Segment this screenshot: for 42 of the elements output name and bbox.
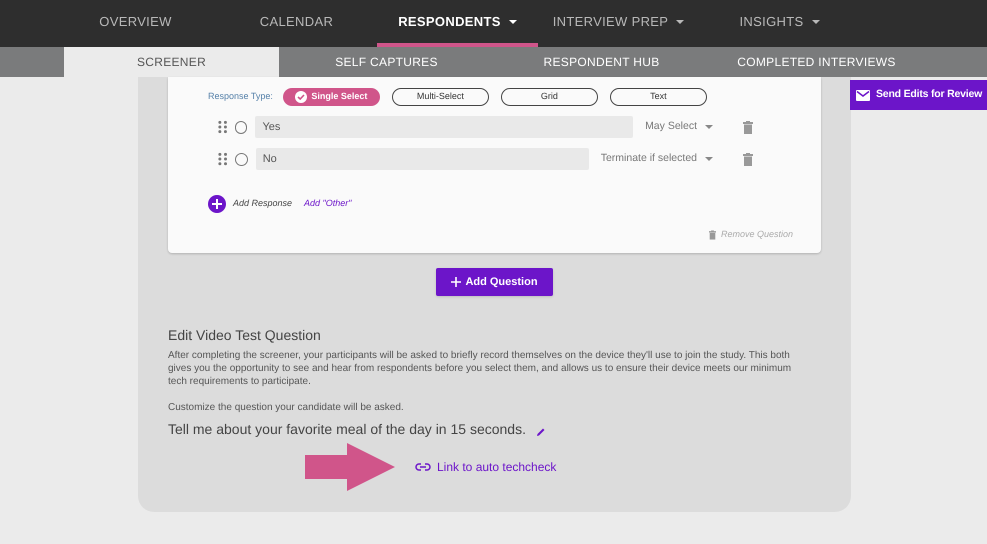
response-type-option[interactable]: Text: [610, 88, 707, 106]
rule-dropdown[interactable]: May Select: [633, 119, 713, 135]
drag-handle-icon[interactable]: [218, 120, 228, 134]
add-question-button[interactable]: Add Question: [436, 268, 553, 296]
response-type-option[interactable]: Grid: [500, 88, 598, 106]
plus-icon: [451, 277, 462, 287]
radio-button[interactable]: [235, 120, 248, 134]
response-field[interactable]: No: [256, 148, 589, 170]
link-icon: [415, 463, 431, 471]
response-field[interactable]: Yes: [255, 116, 634, 138]
check-icon: [295, 91, 308, 103]
nav-tab[interactable]: CALENDAR: [216, 0, 377, 47]
rule-dropdown[interactable]: Terminate if selected: [588, 151, 713, 167]
nav-tab[interactable]: OVERVIEW: [55, 0, 216, 47]
sub-nav-tab[interactable]: SELF CAPTURES: [279, 47, 494, 77]
question-prompt: Tell me about your favorite meal of the day in 15 seconds.: [168, 420, 526, 439]
sub-nav-tab[interactable]: COMPLETED INTERVIEWS: [709, 47, 924, 77]
add-other-link[interactable]: Add "Other": [304, 197, 352, 211]
caret-icon: [705, 157, 713, 161]
techcheck-link[interactable]: Link to auto techcheck: [415, 458, 556, 476]
trash-icon[interactable]: [743, 152, 753, 166]
nav-tab[interactable]: INSIGHTS: [699, 0, 860, 47]
caret-icon: [705, 125, 713, 129]
trash-icon[interactable]: [743, 120, 753, 134]
description-text: After completing the screener, your participants will be asked to briefly record themselves on the device they'll use to join the study. This both gives you the opportunity to see and hear from respondents before you select them, and allows us to ensure their device meets our minimum tech requirements to participate.: [168, 349, 792, 388]
radio-button[interactable]: [235, 152, 248, 166]
instruction-text: Customize the question your candidate will be asked.: [168, 401, 405, 415]
mail-icon: [856, 90, 870, 100]
pencil-icon[interactable]: [536, 426, 546, 436]
pointing-arrow-icon: [305, 443, 395, 491]
response-type-option[interactable]: Single Select: [282, 88, 380, 106]
response-type-option[interactable]: Multi-Select: [392, 88, 489, 106]
sub-nav-tab[interactable]: RESPONDENT HUB: [494, 47, 709, 77]
section-title: Edit Video Test Question: [168, 326, 322, 345]
sub-nav-tab[interactable]: SCREENER: [64, 47, 279, 77]
add-icon[interactable]: [208, 195, 226, 213]
add-response-link[interactable]: Add Response: [233, 197, 292, 211]
trash-icon[interactable]: [708, 230, 716, 240]
response-type-label: Response Type:: [208, 90, 273, 104]
nav-tab[interactable]: INTERVIEW PREP: [538, 0, 699, 47]
send-edits-button[interactable]: Send Edits for Review: [850, 80, 987, 110]
drag-handle-icon[interactable]: [218, 152, 228, 166]
